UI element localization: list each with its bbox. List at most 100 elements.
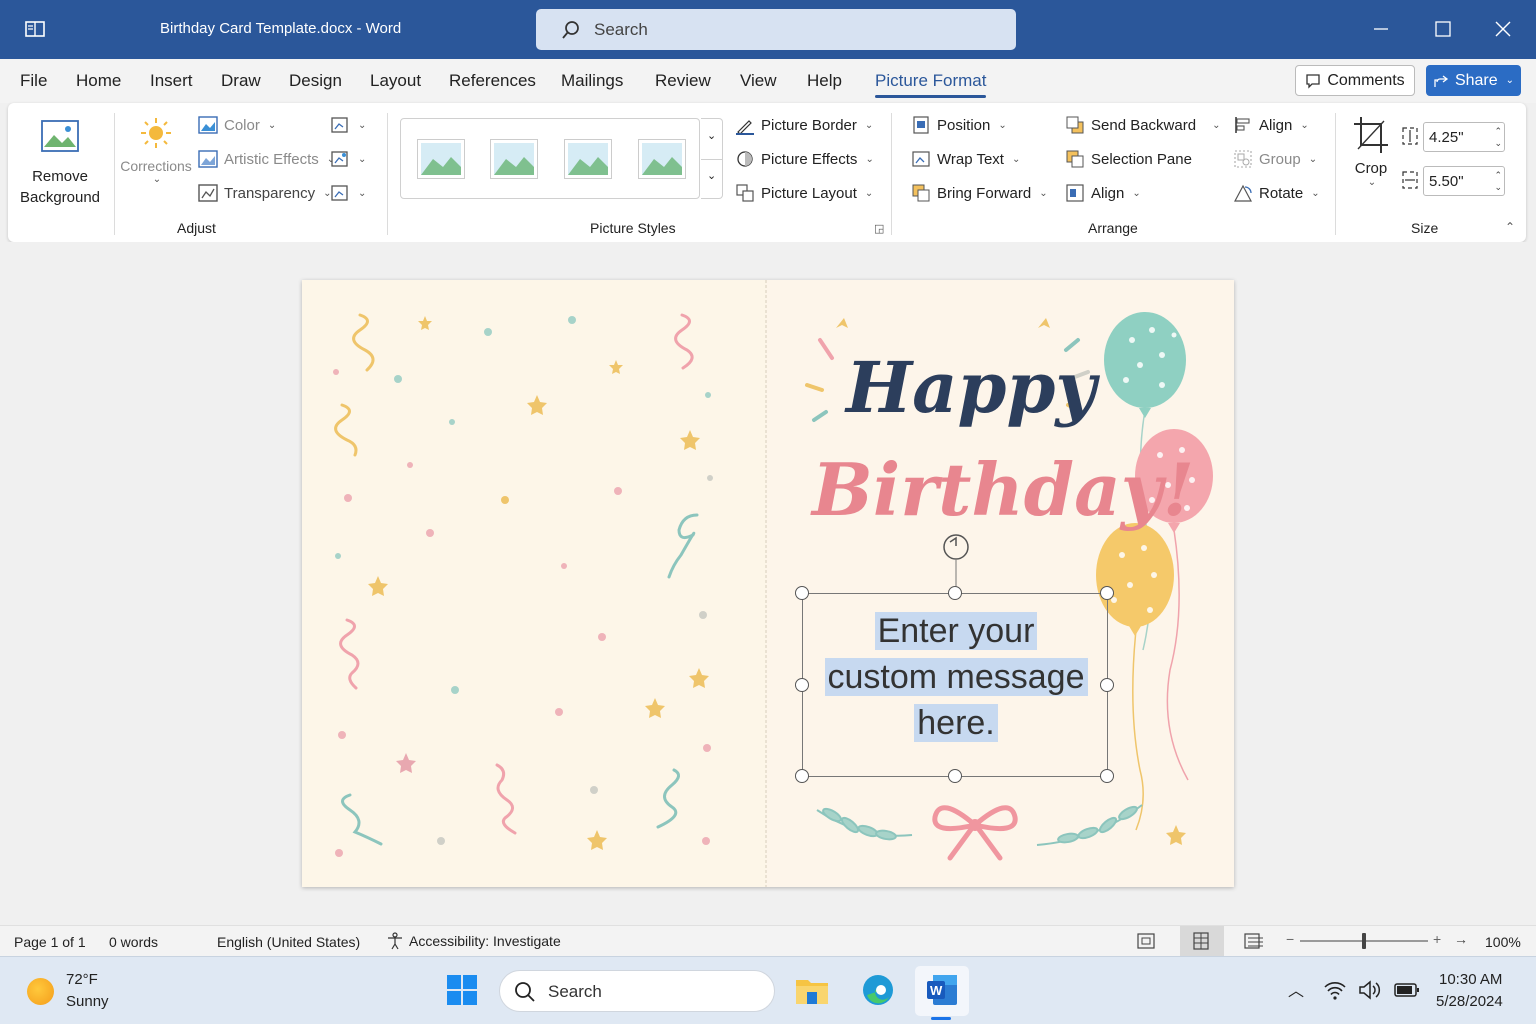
language-indicator[interactable]: English (United States)	[217, 934, 360, 950]
tab-file[interactable]: File	[20, 71, 47, 91]
reset-picture-button[interactable]: ⌄	[330, 183, 366, 203]
word-window-icon[interactable]	[22, 16, 48, 42]
chevron-down-icon: ⌄	[864, 187, 874, 199]
tab-references[interactable]: References	[449, 71, 536, 91]
position-button[interactable]: Position ⌄	[911, 115, 1007, 135]
web-layout-icon[interactable]	[1243, 932, 1265, 950]
zoom-level[interactable]: 100%	[1485, 934, 1521, 950]
collapse-ribbon-icon[interactable]: ⌃	[1505, 220, 1515, 234]
tab-home[interactable]: Home	[76, 71, 121, 91]
clock-time[interactable]: 10:30 AM	[1439, 971, 1502, 988]
resize-handle-w[interactable]	[795, 678, 809, 692]
fit-arrow-icon[interactable]: →	[1454, 931, 1468, 947]
rotate-button[interactable]: Rotate ⌄	[1233, 183, 1320, 203]
zoom-out-icon[interactable]: −	[1286, 931, 1294, 947]
artistic-effects-button[interactable]: Artistic Effects ⌄	[198, 149, 335, 169]
picture-border-button[interactable]: Picture Border ⌄	[735, 115, 873, 135]
close-button[interactable]	[1488, 14, 1518, 44]
show-hidden-icons[interactable]: ︿	[1288, 977, 1304, 1001]
title-search-box[interactable]: Search	[536, 9, 1016, 50]
resize-handle-sw[interactable]	[795, 769, 809, 783]
taskbar-search[interactable]: Search	[499, 970, 775, 1012]
bring-forward-button[interactable]: Bring Forward ⌄	[911, 183, 1048, 203]
comments-button[interactable]: Comments	[1295, 65, 1415, 96]
height-spinner[interactable]: ⌃ ⌄	[1494, 125, 1502, 149]
zoom-slider-thumb[interactable]	[1362, 933, 1366, 949]
corrections-button[interactable]: Corrections ⌄	[120, 115, 192, 205]
resize-handle-s[interactable]	[948, 769, 962, 783]
message-text-box[interactable]: Enter your custom message here.	[795, 586, 1114, 783]
group-button[interactable]: Group ⌄	[1233, 149, 1317, 169]
picture-style-2[interactable]	[490, 139, 538, 179]
wifi-icon[interactable]	[1323, 979, 1347, 1001]
wrap-text-button[interactable]: Wrap Text ⌄	[911, 149, 1020, 169]
send-backward-label: Send Backward	[1091, 116, 1197, 134]
gallery-more-icon[interactable]: ⌄	[707, 169, 716, 182]
dialog-launcher-icon[interactable]: ◲	[874, 222, 884, 235]
change-picture-button[interactable]: ⌄	[330, 149, 366, 169]
minimize-button[interactable]	[1366, 14, 1396, 44]
edge-browser-icon[interactable]	[861, 973, 895, 1007]
tab-view[interactable]: View	[740, 71, 777, 91]
card-headline-happy: Happy	[844, 346, 1100, 429]
share-button[interactable]: Share ⌄	[1426, 65, 1521, 96]
weather-sun-icon[interactable]	[27, 978, 54, 1005]
word-count[interactable]: 0 words	[109, 934, 158, 950]
picture-layout-button[interactable]: Picture Layout ⌄	[735, 183, 873, 203]
zoom-slider-track[interactable]	[1300, 933, 1428, 949]
share-label: Share	[1454, 71, 1498, 89]
active-app-indicator	[931, 1017, 951, 1020]
tab-picture-format[interactable]: Picture Format	[875, 71, 987, 98]
tab-review[interactable]: Review	[655, 71, 711, 91]
width-spinner[interactable]: ⌃ ⌄	[1494, 169, 1502, 193]
gallery-scroll[interactable]: ⌄ ⌄	[701, 118, 723, 199]
transparency-button[interactable]: Transparency ⌄	[198, 183, 332, 203]
picture-style-3[interactable]	[564, 139, 612, 179]
tab-design[interactable]: Design	[289, 71, 342, 91]
selection-pane-button[interactable]: Selection Pane	[1065, 149, 1192, 169]
volume-icon[interactable]	[1358, 979, 1384, 1001]
crop-button[interactable]: Crop ⌄	[1346, 115, 1396, 205]
battery-icon[interactable]	[1394, 981, 1420, 999]
separator	[1335, 113, 1336, 235]
maximize-button[interactable]	[1428, 14, 1458, 44]
shape-width-input[interactable]: 5.50" ⌃ ⌄	[1423, 166, 1505, 196]
artistic-effects-label: Artistic Effects	[224, 150, 319, 168]
remove-background-button[interactable]: Remove Background	[14, 115, 106, 207]
tab-layout[interactable]: Layout	[370, 71, 421, 91]
resize-handle-e[interactable]	[1100, 678, 1114, 692]
remove-background-label-2: Background	[19, 189, 101, 206]
tab-mailings[interactable]: Mailings	[561, 71, 623, 91]
align-button[interactable]: Align ⌄	[1233, 115, 1309, 135]
tab-insert[interactable]: Insert	[150, 71, 193, 91]
windows-start-icon[interactable]	[446, 974, 478, 1006]
compress-pictures-button[interactable]: ⌄	[330, 115, 366, 135]
zoom-in-icon[interactable]: +	[1433, 931, 1441, 947]
page-count[interactable]: Page 1 of 1	[14, 934, 86, 950]
separator	[114, 113, 115, 235]
word-app-icon[interactable]: W	[925, 973, 959, 1007]
weather-temp[interactable]: 72°F	[66, 971, 98, 988]
resize-handle-ne[interactable]	[1100, 586, 1114, 600]
weather-desc[interactable]: Sunny	[66, 993, 109, 1010]
resize-handle-se[interactable]	[1100, 769, 1114, 783]
picture-effects-button[interactable]: Picture Effects ⌄	[735, 149, 874, 169]
send-backward-button[interactable]: Send Backward ⌄	[1065, 115, 1220, 135]
resize-handle-n[interactable]	[948, 586, 962, 600]
accessibility-checker[interactable]: Accessibility: Investigate	[386, 932, 561, 950]
resize-handle-nw[interactable]	[795, 586, 809, 600]
gallery-up-icon[interactable]: ⌄	[707, 129, 716, 142]
picture-style-4[interactable]	[638, 139, 686, 179]
color-button[interactable]: Color ⌄	[198, 115, 276, 135]
clock-date[interactable]: 5/28/2024	[1436, 993, 1503, 1010]
message-text[interactable]: Enter your custom message here.	[803, 608, 1109, 746]
focus-mode-icon[interactable]	[1136, 932, 1156, 950]
shape-height-input[interactable]: 4.25" ⌃ ⌄	[1423, 122, 1505, 152]
align-objects-button[interactable]: Align ⌄	[1065, 183, 1141, 203]
picture-style-1[interactable]	[417, 139, 465, 179]
tab-draw[interactable]: Draw	[221, 71, 261, 91]
file-explorer-icon[interactable]	[795, 974, 829, 1006]
tab-help[interactable]: Help	[807, 71, 842, 91]
change-picture-icon	[331, 151, 348, 167]
print-layout-icon[interactable]	[1191, 932, 1211, 950]
